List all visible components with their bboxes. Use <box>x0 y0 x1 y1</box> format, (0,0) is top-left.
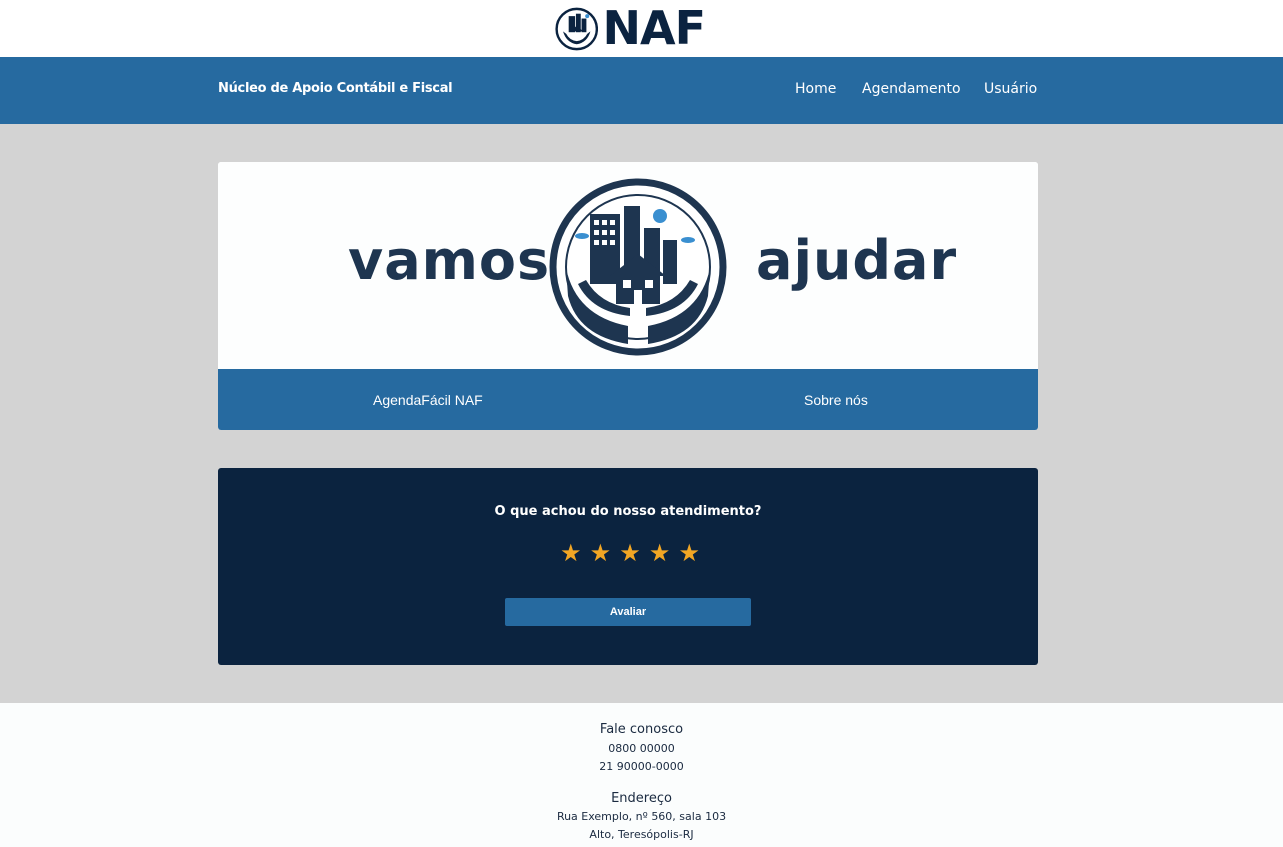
logo-text: NAF <box>602 1 706 55</box>
nav-link-usuario[interactable]: Usuário <box>984 81 1037 97</box>
footer: Fale conosco 0800 00000 21 90000-0000 En… <box>0 703 1283 847</box>
nav-link-agendamento[interactable]: Agendamento <box>862 81 961 97</box>
star-icon-3[interactable]: ★ <box>619 542 641 566</box>
hero-card: vamos ajudar AgendaFácil NAF Sobre nós <box>218 162 1038 430</box>
top-logo-bar: NAF <box>0 0 1283 57</box>
footer-phone: 21 90000-0000 <box>599 760 684 773</box>
rating-question: O que achou do nosso atendimento? <box>494 504 762 519</box>
naf-logo[interactable]: NAF <box>555 0 706 57</box>
footer-address-title: Endereço <box>611 791 672 806</box>
footer-address-line: Alto, Teresópolis-RJ <box>589 828 694 841</box>
hero-emblem-icon <box>549 178 727 356</box>
main-navbar: Núcleo de Apoio Contábil e Fiscal Home A… <box>0 57 1283 124</box>
brand-title[interactable]: Núcleo de Apoio Contábil e Fiscal <box>218 81 453 96</box>
footer-contact-title: Fale conosco <box>599 722 684 737</box>
star-icon-5[interactable]: ★ <box>678 542 700 566</box>
agendafacil-link[interactable]: AgendaFácil NAF <box>373 392 483 408</box>
footer-address-line: Rua Exemplo, nº 560, sala 103 <box>556 810 727 823</box>
hero-link-bar: AgendaFácil NAF Sobre nós <box>218 369 1038 430</box>
avaliar-button[interactable]: Avaliar <box>505 598 751 626</box>
hero-word-left: vamos <box>348 229 551 292</box>
star-rating: ★ ★ ★ ★ ★ <box>560 542 700 566</box>
rating-card: O que achou do nosso atendimento? ★ ★ ★ … <box>218 468 1038 665</box>
star-icon-2[interactable]: ★ <box>590 542 612 566</box>
sobre-nos-link[interactable]: Sobre nós <box>804 392 868 408</box>
nav-link-home[interactable]: Home <box>795 81 836 97</box>
star-icon-4[interactable]: ★ <box>649 542 671 566</box>
hero-banner: vamos ajudar <box>218 162 1038 369</box>
naf-emblem-icon <box>555 7 599 50</box>
footer-phone: 0800 00000 <box>608 742 675 755</box>
hero-word-right: ajudar <box>756 229 958 292</box>
star-icon-1[interactable]: ★ <box>560 542 582 566</box>
